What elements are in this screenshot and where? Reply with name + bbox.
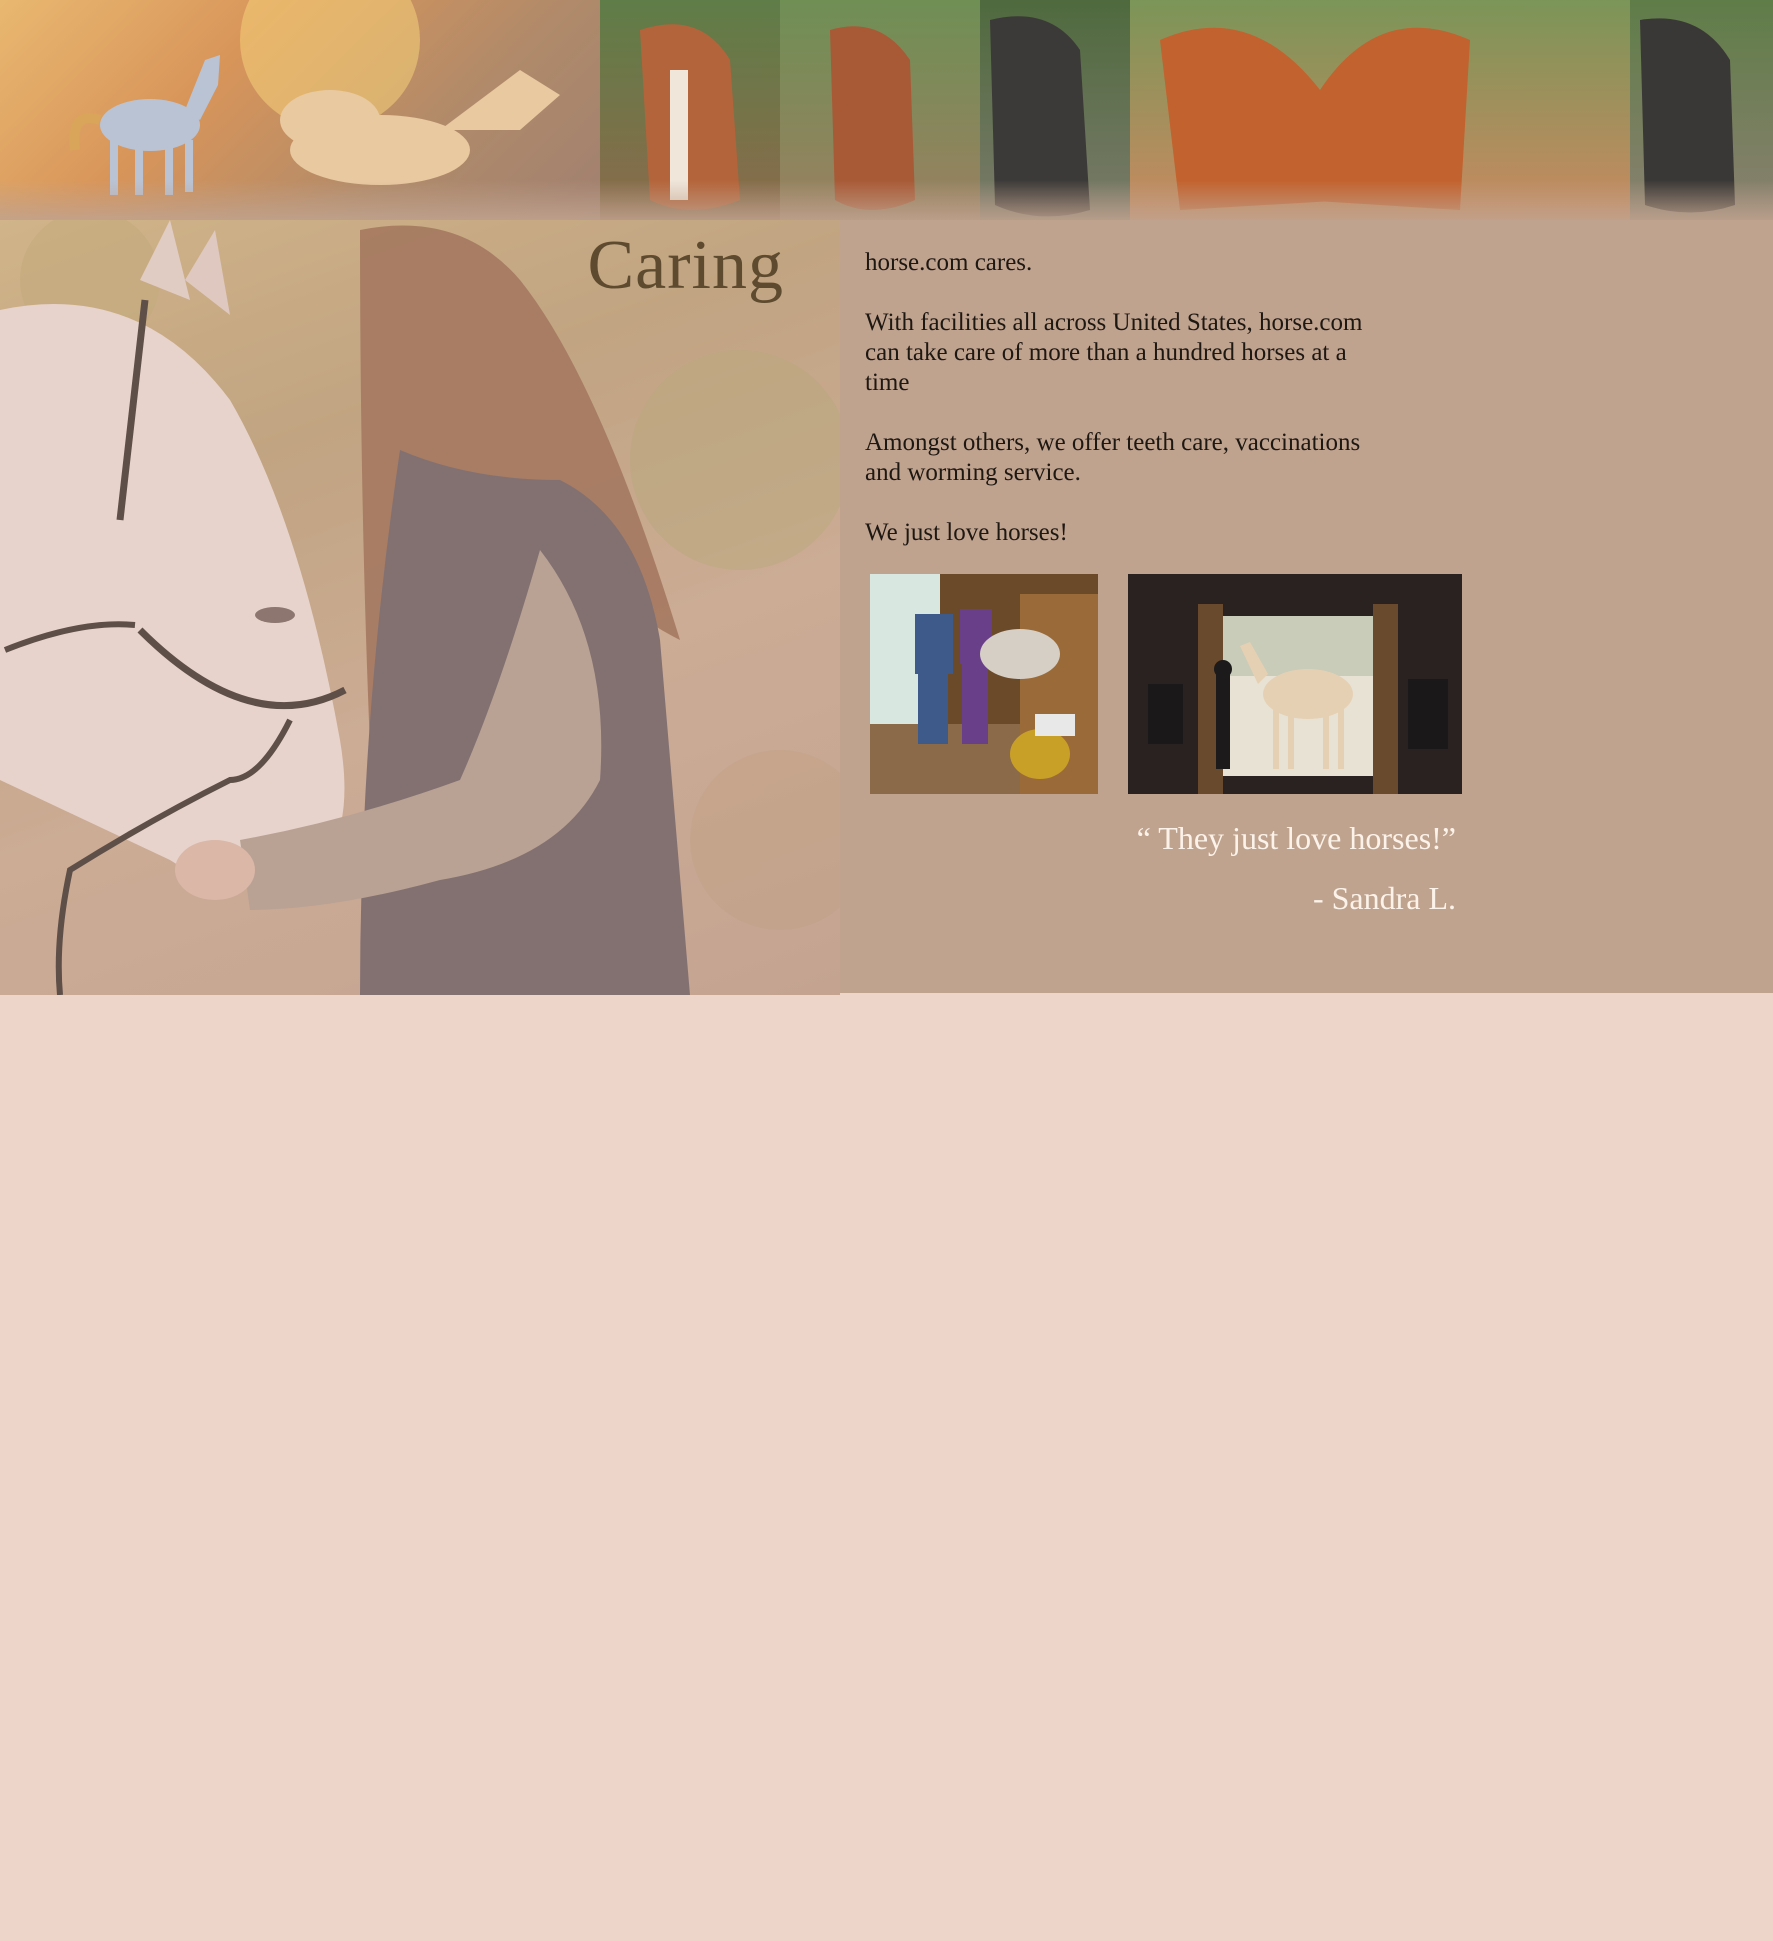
- content-panel: horse.com cares. With facilities all acr…: [840, 220, 1773, 993]
- content-text: horse.com cares. With facilities all acr…: [865, 248, 1395, 578]
- vets-with-horse-image: [870, 574, 1098, 794]
- closing-paragraph: We just love horses!: [865, 519, 1068, 546]
- hero-image: Caring: [0, 220, 840, 995]
- header-banner: [0, 0, 1773, 220]
- intro-paragraph: horse.com cares.: [865, 249, 1033, 276]
- testimonial-author: - Sandra L.: [1312, 880, 1456, 916]
- testimonial-quote: “ They just love horses!”: [1136, 820, 1456, 856]
- facilities-paragraph: With facilities all across United States…: [865, 309, 1363, 396]
- horse-in-stable-doorway-image: [1128, 574, 1462, 794]
- barn-aisle-photo: [870, 574, 1098, 794]
- services-paragraph: Amongst others, we offer teeth care, vac…: [865, 429, 1361, 486]
- hero-title: Caring: [587, 227, 784, 304]
- stable-door-photo: [1128, 574, 1462, 794]
